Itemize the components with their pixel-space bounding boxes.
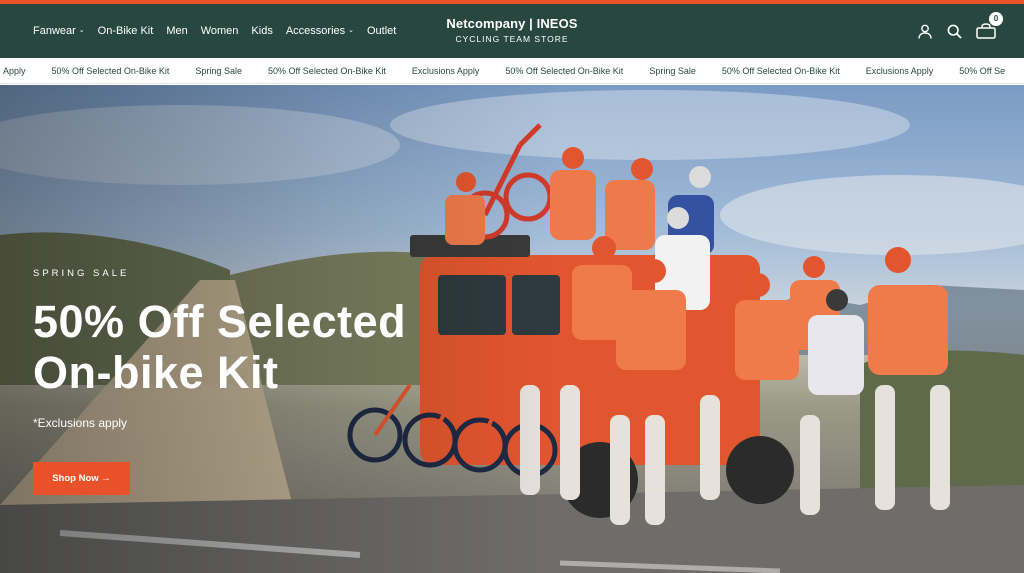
- ticker-item: 50% Off Selected On-Bike Kit: [267, 66, 386, 76]
- nav-label: Fanwear: [33, 25, 76, 37]
- nav-item-fanwear[interactable]: Fanwear ⌄: [33, 25, 85, 37]
- nav-item-outlet[interactable]: Outlet: [367, 25, 396, 37]
- headline-line-2: On-bike Kit: [33, 347, 279, 398]
- ticker-item: Exclusions Apply: [411, 66, 480, 76]
- nav-item-accessories[interactable]: Accessories ⌄: [286, 25, 354, 37]
- hero-banner: SPRING SALE 50% Off Selected On-bike Kit…: [0, 85, 1024, 573]
- shop-now-button[interactable]: Shop Now →: [33, 462, 130, 495]
- nav-item-on-bike-kit[interactable]: On-Bike Kit: [98, 25, 154, 37]
- hero-subtext: *Exclusions apply: [33, 416, 128, 430]
- nav-item-kids[interactable]: Kids: [251, 25, 272, 37]
- hero-headline: 50% Off Selected On-bike Kit: [33, 296, 493, 398]
- chevron-down-icon: ⌄: [78, 26, 85, 34]
- cart-count-badge: 0: [989, 12, 1003, 26]
- ticker-item: Exclusions Apply: [865, 66, 934, 76]
- search-icon[interactable]: [946, 23, 962, 39]
- main-nav: Fanwear ⌄ On-Bike Kit Men Women Kids Acc…: [33, 4, 396, 58]
- nav-label: Outlet: [367, 25, 397, 37]
- nav-label: On-Bike Kit: [97, 25, 154, 37]
- logo-sub-text: CYCLING TEAM STORE: [455, 34, 569, 44]
- logo-main-text: Netcompany | INEOS: [446, 16, 578, 31]
- ticker-item: 50% Off Selected On-Bike Kit: [505, 66, 624, 76]
- site-header: Fanwear ⌄ On-Bike Kit Men Women Kids Acc…: [0, 4, 1024, 58]
- ticker-item: Spring Sale: [195, 66, 242, 76]
- ticker-track: Apply 50% Off Selected On-Bike Kit Sprin…: [0, 58, 1018, 83]
- headline-line-1: 50% Off Selected: [33, 296, 407, 347]
- ticker-item: Spring Sale: [649, 66, 696, 76]
- ticker-item: 50% Off Selected On-Bike Kit: [51, 66, 170, 76]
- nav-label: Accessories: [285, 25, 346, 37]
- hero-eyebrow: SPRING SALE: [33, 268, 130, 279]
- store-logo[interactable]: Netcompany | INEOS CYCLING TEAM STORE: [400, 4, 624, 58]
- promo-ticker: Apply 50% Off Selected On-Bike Kit Sprin…: [0, 58, 1024, 84]
- ticker-item: 50% Off Selected On-Bike Kit: [721, 66, 840, 76]
- ticker-item: 50% Off Se: [959, 66, 1006, 76]
- ticker-item: Apply: [3, 66, 26, 76]
- nav-item-men[interactable]: Men: [166, 25, 187, 37]
- nav-item-women[interactable]: Women: [201, 25, 239, 37]
- cart-button[interactable]: 0: [975, 12, 1003, 40]
- header-icons: 0: [917, 4, 1003, 58]
- nav-label: Women: [200, 25, 239, 37]
- nav-label: Kids: [251, 25, 273, 37]
- nav-label: Men: [166, 25, 188, 37]
- account-icon[interactable]: [917, 23, 933, 39]
- chevron-down-icon: ⌄: [348, 26, 354, 34]
